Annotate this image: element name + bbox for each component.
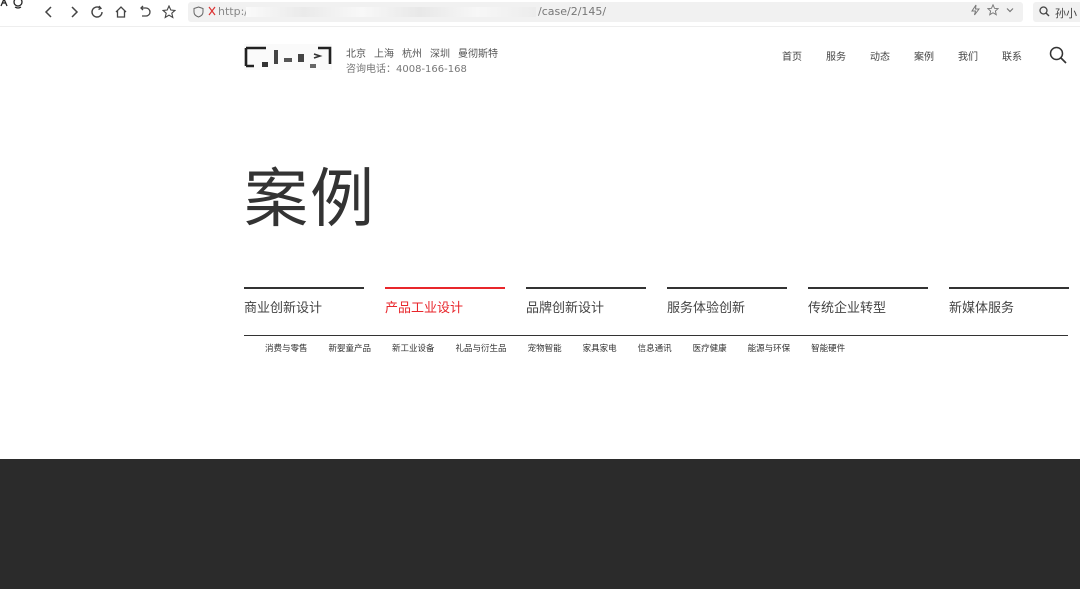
- subcat-industrial-equipment[interactable]: 新工业设备: [392, 342, 435, 354]
- url-path: /case/2/145/: [538, 5, 607, 18]
- nav-about[interactable]: 我们: [958, 48, 978, 63]
- search-icon[interactable]: [1049, 46, 1067, 64]
- subcat-energy-environment[interactable]: 能源与环保: [748, 342, 791, 354]
- insecure-icon: [208, 6, 216, 16]
- chevron-left-icon: [44, 6, 52, 18]
- subcat-infant-products[interactable]: 新婴童产品: [329, 342, 372, 354]
- nav-home[interactable]: 首页: [782, 48, 802, 63]
- chevron-down-icon[interactable]: [1005, 5, 1015, 15]
- browser-search-text: 孙小: [1055, 7, 1077, 20]
- url-redacted-domain: [246, 7, 536, 17]
- favorite-star-icon[interactable]: [987, 4, 999, 16]
- subcat-smart-hardware[interactable]: 智能硬件: [811, 342, 845, 354]
- nav-news[interactable]: 动态: [870, 48, 890, 63]
- subcat-pet-smart[interactable]: 宠物智能: [528, 342, 562, 354]
- tab-service-experience[interactable]: 服务体验创新: [667, 287, 787, 316]
- subcat-furniture-appliances[interactable]: 家具家电: [583, 342, 617, 354]
- city-manchester[interactable]: 曼彻斯特: [458, 45, 498, 60]
- dark-section: [0, 459, 1080, 589]
- reload-button[interactable]: [86, 2, 108, 22]
- consult-phone: 咨询电话：4008-166-168: [346, 64, 467, 75]
- browser-search-box[interactable]: 孙小: [1033, 2, 1080, 22]
- nav-contact[interactable]: 联系: [1002, 48, 1022, 63]
- reload-icon: [91, 5, 103, 18]
- subcat-telecom[interactable]: 信息通讯: [638, 342, 672, 354]
- profile-icon: [0, 0, 23, 9]
- address-bar[interactable]: http:// /case/2/145/: [188, 2, 1023, 22]
- subcat-consumer-retail[interactable]: 消费与零售: [265, 342, 308, 354]
- home-button[interactable]: [110, 2, 132, 22]
- subcat-healthcare[interactable]: 医疗健康: [693, 342, 727, 354]
- tab-new-media[interactable]: 新媒体服务: [949, 287, 1069, 316]
- home-icon: [115, 6, 127, 18]
- city-list: 北京 上海 杭州 深圳 曼彻斯特: [346, 45, 498, 60]
- category-tabs: 商业创新设计 产品工业设计 品牌创新设计 服务体验创新 传统企业转型 新媒体服务: [244, 287, 1069, 316]
- tab-brand-innovation[interactable]: 品牌创新设计: [526, 287, 646, 316]
- forward-button[interactable]: [63, 2, 85, 22]
- nav-services[interactable]: 服务: [826, 48, 846, 63]
- browser-toolbar: http:// /case/2/145/ 孙小: [0, 0, 1080, 27]
- city-beijing[interactable]: 北京: [346, 45, 366, 60]
- lightning-icon[interactable]: [970, 4, 981, 16]
- tab-traditional-transformation[interactable]: 传统企业转型: [808, 287, 928, 316]
- nav-cases[interactable]: 案例: [914, 48, 934, 63]
- tab-product-industrial-design[interactable]: 产品工业设计: [385, 287, 505, 316]
- subcat-gifts[interactable]: 礼品与衍生品: [456, 342, 507, 354]
- logo[interactable]: [244, 42, 332, 72]
- page-title: 案例: [244, 163, 376, 237]
- subcategory-list: 消费与零售 新婴童产品 新工业设备 礼品与衍生品 宠物智能 家具家电 信息通讯 …: [265, 342, 845, 354]
- shield-icon: [193, 6, 204, 18]
- bookmark-button[interactable]: [158, 2, 180, 22]
- city-shenzhen[interactable]: 深圳: [430, 45, 450, 60]
- back-button[interactable]: [38, 2, 60, 22]
- city-shanghai[interactable]: 上海: [374, 45, 394, 60]
- search-icon: [1039, 6, 1050, 17]
- tab-business-innovation[interactable]: 商业创新设计: [244, 287, 364, 316]
- divider: [244, 335, 1068, 336]
- star-icon: [162, 5, 176, 19]
- main-nav: 首页 服务 动态 案例 我们 联系: [782, 48, 1022, 63]
- undo-button[interactable]: [134, 2, 156, 22]
- undo-icon: [140, 5, 151, 17]
- city-hangzhou[interactable]: 杭州: [402, 45, 422, 60]
- chevron-right-icon: [71, 6, 79, 18]
